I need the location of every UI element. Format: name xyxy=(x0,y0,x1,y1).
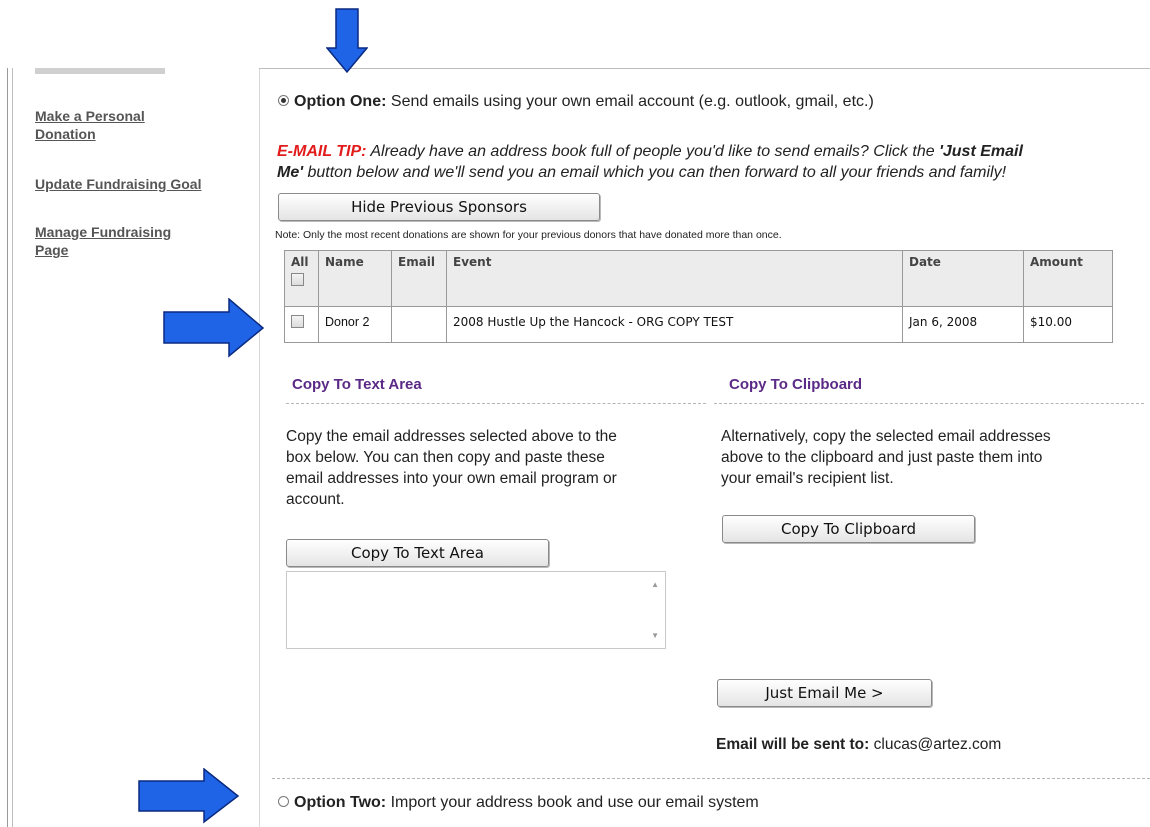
donor-table: All Name Email Event Date Amount Donor 2… xyxy=(284,250,1113,343)
option-one-text: Send emails using your own email account… xyxy=(390,93,874,110)
option-one-radio[interactable] xyxy=(278,95,289,107)
sidebar-item-manage-page[interactable]: Manage Fundraising Page xyxy=(35,223,171,259)
left-rail-line-inner xyxy=(12,68,13,827)
donations-note: Note: Only the most recent donations are… xyxy=(275,229,782,241)
col-amount: Amount xyxy=(1023,250,1113,307)
copy-to-clipboard-button[interactable]: Copy To Clipboard xyxy=(722,515,975,543)
copy-clipboard-line: Alternatively, copy the selected email a… xyxy=(721,428,1051,445)
hide-previous-sponsors-button[interactable]: Hide Previous Sponsors xyxy=(278,193,600,221)
row-checkbox[interactable] xyxy=(291,315,304,328)
copy-text-area-line: box below. You can then copy and paste t… xyxy=(286,449,605,466)
content-top-border xyxy=(259,68,1150,69)
option-two-radio[interactable] xyxy=(278,796,289,808)
table-row: Donor 2 2008 Hustle Up the Hancock - ORG… xyxy=(284,306,1113,343)
select-all-checkbox[interactable] xyxy=(291,273,304,286)
copy-text-area-line: email addresses into your own email prog… xyxy=(286,470,617,487)
tip-bold-b: Me' xyxy=(277,164,304,181)
option-two-row[interactable]: Option Two: Import your address book and… xyxy=(278,794,759,812)
right-arrow-icon xyxy=(138,768,240,824)
donor-date: Jan 6, 2008 xyxy=(902,306,1024,343)
option-one-label: Option One: xyxy=(294,93,387,110)
copy-to-text-area-button[interactable]: Copy To Text Area xyxy=(286,539,549,567)
col-name: Name xyxy=(318,250,392,307)
email-sent-to-value: clucas@artez.com xyxy=(873,736,1002,753)
copy-text-area-line: Copy the email addresses selected above … xyxy=(286,428,617,445)
sidebar-item-label: Update Fundraising Goal xyxy=(35,176,202,192)
sidebar-divider xyxy=(259,68,260,827)
tip-bold-a: 'Just Email xyxy=(939,143,1023,160)
scroll-up-icon[interactable]: ▲ xyxy=(651,580,659,589)
tip-text-a: Already have an address book full of peo… xyxy=(370,143,935,160)
donor-amount: $10.00 xyxy=(1023,306,1113,343)
col-all: All xyxy=(284,250,319,307)
sidebar-item-label: Donation xyxy=(35,126,96,142)
sidebar-top-rule xyxy=(35,68,165,74)
donor-email xyxy=(391,306,447,343)
section-divider xyxy=(714,403,1144,404)
down-arrow-icon xyxy=(326,8,368,74)
copy-clipboard-line: above to the clipboard and just paste th… xyxy=(721,449,1043,466)
option-one-row[interactable]: Option One: Send emails using your own e… xyxy=(278,93,874,111)
tip-text-b: button below and we'll send you an email… xyxy=(307,164,1007,181)
section-divider xyxy=(286,403,706,404)
sidebar-item-label: Page xyxy=(35,242,69,258)
col-all-label: All xyxy=(291,255,309,269)
copy-text-area-title: Copy To Text Area xyxy=(292,376,422,393)
sidebar-item-label: Make a Personal xyxy=(35,108,145,124)
col-email: Email xyxy=(391,250,447,307)
email-sent-to-label: Email will be sent to: xyxy=(716,736,870,753)
copy-clipboard-description: Alternatively, copy the selected email a… xyxy=(721,426,1146,489)
row-select-cell xyxy=(284,306,319,343)
table-header-row: All Name Email Event Date Amount xyxy=(284,250,1113,307)
copy-clipboard-line: your email's recipient list. xyxy=(721,470,894,487)
email-tip: E-MAIL TIP: Already have an address book… xyxy=(277,141,1150,183)
option-two-label: Option Two: xyxy=(294,794,387,811)
tip-prefix: E-MAIL TIP: xyxy=(277,143,367,160)
email-sent-to: Email will be sent to: clucas@artez.com xyxy=(716,736,1001,754)
col-date: Date xyxy=(902,250,1024,307)
right-arrow-icon xyxy=(163,298,265,358)
col-event: Event xyxy=(446,250,903,307)
scroll-down-icon[interactable]: ▼ xyxy=(651,631,659,640)
copy-text-area-line: account. xyxy=(286,491,345,508)
donor-name: Donor 2 xyxy=(318,306,392,343)
copy-clipboard-title: Copy To Clipboard xyxy=(729,376,863,393)
left-rail-line xyxy=(7,68,8,827)
sidebar-item-update-goal[interactable]: Update Fundraising Goal xyxy=(35,175,201,193)
just-email-me-button[interactable]: Just Email Me > xyxy=(717,679,932,707)
email-addresses-textarea[interactable]: ▲ ▼ xyxy=(286,571,666,649)
copy-text-area-description: Copy the email addresses selected above … xyxy=(286,426,706,510)
donor-event: 2008 Hustle Up the Hancock - ORG COPY TE… xyxy=(446,306,903,343)
sidebar-item-personal-donation[interactable]: Make a Personal Donation xyxy=(35,107,145,143)
option-two-text: Import your address book and use our ema… xyxy=(390,794,759,811)
option-divider xyxy=(272,778,1150,779)
sidebar-item-label: Manage Fundraising xyxy=(35,224,172,240)
